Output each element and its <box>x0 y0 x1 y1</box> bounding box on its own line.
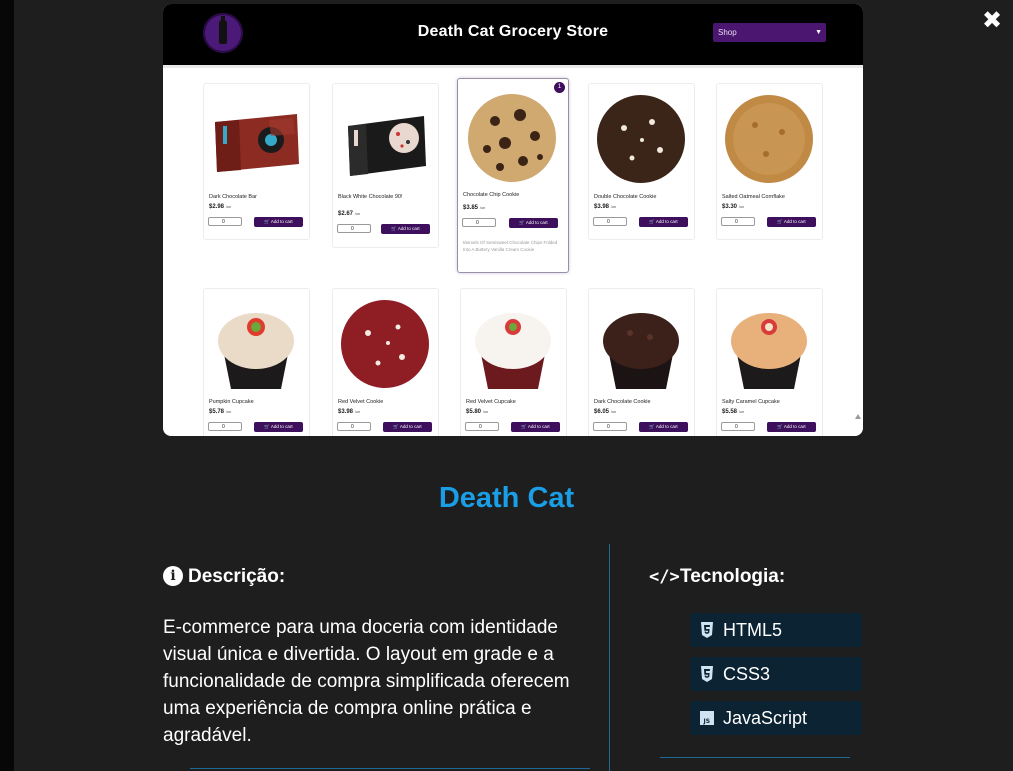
close-icon[interactable]: ✖ <box>978 6 1006 34</box>
left-edge-strip <box>0 0 14 771</box>
tech-underline <box>660 757 850 758</box>
product-card: Red Velvet Cupcake $5.80 /un 0 🛒 Add to … <box>460 288 567 436</box>
quantity-stepper: 0 <box>593 422 627 431</box>
project-title: Death Cat <box>438 482 575 514</box>
quantity-stepper: 0 <box>721 217 755 226</box>
add-to-cart-button: 🛒 Add to cart <box>767 217 816 227</box>
header-shadow <box>163 65 863 68</box>
tech-badge-css3: CSS3 <box>690 657 862 691</box>
product-price: $5.58 /un <box>722 409 745 415</box>
tech-label: JavaScript <box>723 708 808 728</box>
add-to-cart-button: 🛒 Add to cart <box>254 422 303 432</box>
product-name: Black White Chocolate 90! <box>338 194 403 200</box>
product-card: Red Velvet Cookie $3.98 /un 0 🛒 Add to c… <box>332 288 439 436</box>
salted-oatmeal-cookie-image <box>725 95 813 183</box>
product-name: Salted Oatmeal Cornflake <box>722 194 785 200</box>
salty-caramel-cupcake-image <box>731 313 807 389</box>
pumpkin-cupcake-image <box>218 313 294 389</box>
product-price: $5.78 /un <box>209 409 232 415</box>
tech-badge-javascript: JS JavaScript <box>690 701 862 735</box>
tech-heading: Tecnologia: <box>680 566 786 587</box>
add-to-cart-button: 🛒 Add to cart <box>639 217 688 227</box>
quantity-stepper: 0 <box>462 218 496 227</box>
shop-select: Shop ▼ <box>713 23 826 42</box>
info-icon: i <box>163 566 183 586</box>
product-name: Salty Caramel Cupcake <box>722 399 780 405</box>
product-name: Red Velvet Cookie <box>338 399 384 405</box>
quantity-stepper: 0 <box>721 422 755 431</box>
quantity-stepper: 0 <box>337 224 371 233</box>
javascript-icon: JS <box>700 711 714 725</box>
add-to-cart-button: 🛒 Add to cart <box>383 422 432 432</box>
dark-chocolate-cupcake-image <box>603 313 679 389</box>
chevron-down-icon: ▼ <box>815 29 822 36</box>
add-to-cart-button: 🛒 Add to cart <box>509 218 558 228</box>
chocolate-chip-cookie-image <box>468 94 556 182</box>
product-description: Morsels Of Semisweet Chocolate Chips Fol… <box>463 240 558 252</box>
quantity-stepper: 0 <box>208 422 242 431</box>
add-to-cart-button: 🛒 Add to cart <box>254 217 303 227</box>
description-heading: Descrição: <box>188 566 286 587</box>
description-underline <box>190 768 590 769</box>
column-divider <box>609 544 610 771</box>
product-card: Salty Caramel Cupcake $5.58 /un 0 🛒 Add … <box>716 288 823 436</box>
product-price: $3.98 /un <box>338 409 361 415</box>
product-card: Dark Chocolate Bar $2.98 /un 0 🛒 Add to … <box>203 83 310 240</box>
product-card: Black White Chocolate 90! $2.67 /un 0 🛒 … <box>332 83 439 248</box>
quantity-stepper: 0 <box>337 422 371 431</box>
tech-badge-html5: HTML5 <box>690 613 862 647</box>
product-card: Salted Oatmeal Cornflake $3.30 /un 0 🛒 A… <box>716 83 823 240</box>
product-name: Pumpkin Cupcake <box>209 399 254 405</box>
product-name: Red Velvet Cupcake <box>466 399 516 405</box>
product-price: $2.67 /un <box>338 211 361 217</box>
shop-select-label: Shop <box>718 28 737 37</box>
product-price: $5.80 /un <box>466 409 489 415</box>
add-to-cart-button: 🛒 Add to cart <box>639 422 688 432</box>
tech-label: HTML5 <box>723 620 783 640</box>
tech-label: CSS3 <box>723 664 771 684</box>
code-icon: </> <box>649 567 680 587</box>
product-card-selected: 1 Chocolate Chip Cookie $3.85 /un 0 🛒 Ad… <box>457 78 569 273</box>
product-price: $2.98 /un <box>209 204 232 210</box>
product-price: $3.85 /un <box>463 205 486 211</box>
product-name: Chocolate Chip Cookie <box>463 192 520 198</box>
product-name: Dark Chocolate Bar <box>209 194 257 200</box>
css3-icon <box>701 666 713 682</box>
product-name: Double Chocolate Cookie <box>594 194 657 200</box>
html5-icon <box>701 622 713 638</box>
add-to-cart-button: 🛒 Add to cart <box>511 422 560 432</box>
add-to-cart-button: 🛒 Add to cart <box>767 422 816 432</box>
project-screenshot: Death Cat Grocery Store Shop ▼ Dark Choc… <box>163 4 863 436</box>
product-card: Pumpkin Cupcake $5.78 /un 0 🛒 Add to car… <box>203 288 310 436</box>
black-white-chocolate-image <box>348 116 426 176</box>
product-price: $3.98 /un <box>594 204 617 210</box>
dark-chocolate-bar-image <box>215 114 299 172</box>
product-price: $3.30 /un <box>722 204 745 210</box>
quantity-stepper: 0 <box>208 217 242 226</box>
scroll-indicator-icon <box>855 414 861 419</box>
project-description: E-commerce para uma doceria com identida… <box>163 617 570 746</box>
quantity-stepper: 0 <box>593 217 627 226</box>
red-velvet-cupcake-image <box>475 313 551 389</box>
product-price: $6.05 /un <box>594 409 617 415</box>
product-card: Dark Chocolate Cookie $6.05 /un 0 🛒 Add … <box>588 288 695 436</box>
double-chocolate-cookie-image <box>597 95 685 183</box>
product-name: Dark Chocolate Cookie <box>594 399 651 405</box>
quantity-stepper: 0 <box>465 422 499 431</box>
svg-text:JS: JS <box>703 718 711 725</box>
add-to-cart-button: 🛒 Add to cart <box>381 224 430 234</box>
store-header: Death Cat Grocery Store Shop ▼ <box>163 4 863 65</box>
product-card: Double Chocolate Cookie $3.98 /un 0 🛒 Ad… <box>588 83 695 240</box>
red-velvet-cookie-image <box>341 300 429 388</box>
